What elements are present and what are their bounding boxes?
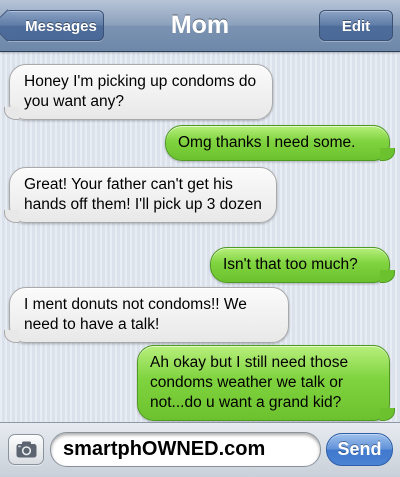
message-input[interactable]: smartphOWNED.com [50,432,321,467]
received-message-bubble: Honey I'm picking up condoms do you want… [4,64,273,120]
message-composer-bar: smartphOWNED.com Send [0,422,400,477]
edit-button[interactable]: Edit [319,10,393,41]
message-thread[interactable]: Honey I'm picking up condoms do you want… [0,52,400,422]
received-message-bubble: Great! Your father can't get his hands o… [4,167,277,223]
sent-message-bubble: Omg thanks I need some. [165,125,395,161]
navigation-bar: Messages Mom Edit [0,0,400,52]
send-button[interactable]: Send [326,433,393,466]
sent-message-bubble: Ah okay but I still need those condoms w… [137,345,395,421]
camera-button[interactable] [8,434,44,465]
camera-icon [16,441,37,458]
sent-message-bubble: Isn't that too much? [210,247,395,283]
received-message-bubble: I ment donuts not condoms!! We need to h… [4,287,289,343]
